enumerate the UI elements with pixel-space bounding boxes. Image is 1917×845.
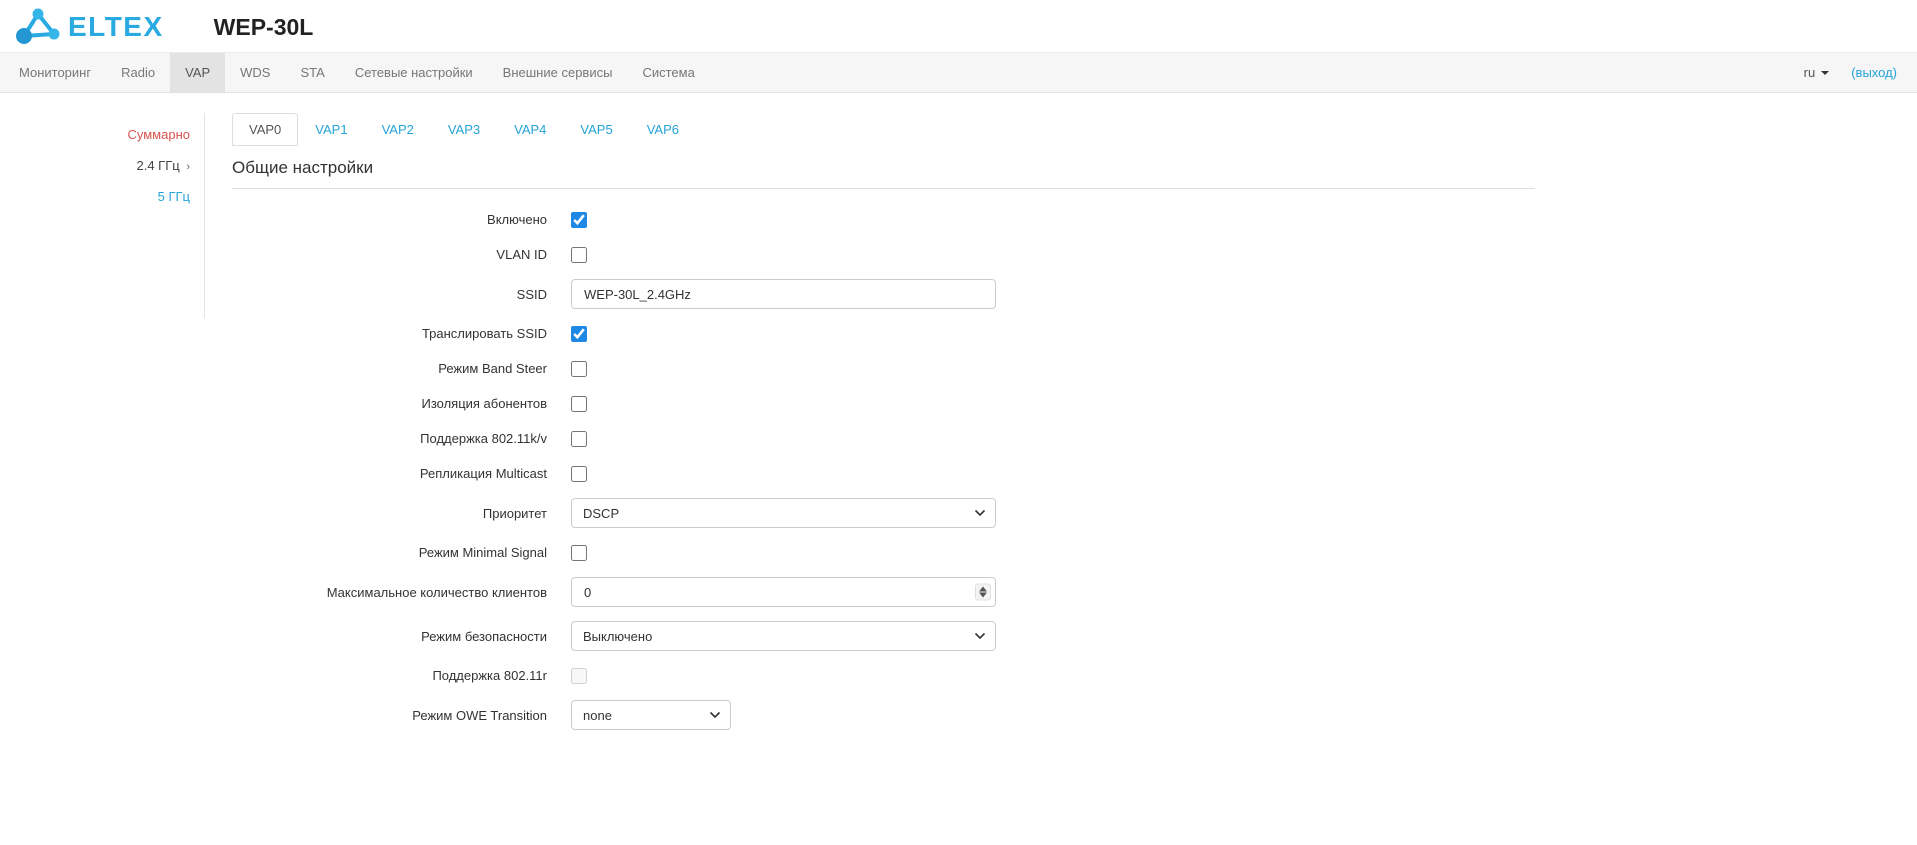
field-label: Режим безопасности — [232, 629, 571, 644]
field-label: Режим Band Steer — [232, 361, 571, 376]
minimal-signal-checkbox[interactable] — [571, 545, 587, 561]
field-control — [571, 247, 587, 263]
nav-item-vap[interactable]: VAP — [170, 53, 225, 92]
field-label: Транслировать SSID — [232, 326, 571, 341]
top-nav: Мониторинг Radio VAP WDS STA Сетевые нас… — [0, 52, 1917, 93]
form-row-max-clients: Максимальное количество клиентов — [232, 577, 1535, 607]
form-row-band-steer: Режим Band Steer — [232, 358, 1535, 379]
sidebar-item-label: 2.4 ГГц — [136, 158, 179, 173]
field-control — [571, 212, 587, 228]
sidebar-item-label: Суммарно — [128, 127, 191, 142]
form-row-ssid: SSID — [232, 279, 1535, 309]
field-control — [571, 279, 996, 309]
nav-item-wds[interactable]: WDS — [225, 53, 285, 92]
page-title: WEP-30L — [214, 14, 314, 41]
broadcast-ssid-checkbox[interactable] — [571, 326, 587, 342]
multicast-replication-checkbox[interactable] — [571, 466, 587, 482]
header: ELTEX WEP-30L — [0, 0, 1917, 52]
nav-item-radio[interactable]: Radio — [106, 53, 170, 92]
nav-item-monitoring[interactable]: Мониторинг — [4, 53, 106, 92]
field-label: Режим Minimal Signal — [232, 545, 571, 560]
sidebar-item-label: 5 ГГц — [158, 189, 190, 204]
sidebar-inner: Суммарно 2.4 ГГц › 5 ГГц — [0, 113, 205, 318]
support-80211r-checkbox — [571, 668, 587, 684]
field-control — [571, 577, 996, 607]
vap-tabs: VAP0 VAP1 VAP2 VAP3 VAP4 VAP5 VAP6 — [232, 113, 1535, 146]
field-label: VLAN ID — [232, 247, 571, 262]
field-control — [571, 396, 587, 412]
form-row-vlan-id: VLAN ID — [232, 244, 1535, 265]
chevron-down-icon — [1821, 71, 1829, 75]
main-panel: VAP0 VAP1 VAP2 VAP3 VAP4 VAP5 VAP6 Общие… — [205, 113, 1535, 744]
tab-vap2[interactable]: VAP2 — [365, 113, 431, 146]
form-row-broadcast-ssid: Транслировать SSID — [232, 323, 1535, 344]
stepper-icon[interactable] — [975, 584, 991, 601]
enabled-checkbox[interactable] — [571, 212, 587, 228]
field-control — [571, 668, 587, 684]
field-control: DSCP — [571, 498, 996, 528]
band-steer-checkbox[interactable] — [571, 361, 587, 377]
security-mode-select[interactable]: Выключено — [571, 621, 996, 651]
field-control — [571, 361, 587, 377]
support-80211kv-checkbox[interactable] — [571, 431, 587, 447]
max-clients-input[interactable] — [571, 577, 996, 607]
nav-item-network-settings[interactable]: Сетевые настройки — [340, 53, 488, 92]
form-row-security-mode: Режим безопасности Выключено — [232, 621, 1535, 651]
form-row-client-isolation: Изоляция абонентов — [232, 393, 1535, 414]
eltex-logo-icon — [12, 6, 64, 49]
form-row-owe-transition: Режим OWE Transition none — [232, 700, 1535, 730]
tab-vap1[interactable]: VAP1 — [298, 113, 364, 146]
client-isolation-checkbox[interactable] — [571, 396, 587, 412]
field-control: Выключено — [571, 621, 996, 651]
sidebar-item-2-4ghz[interactable]: 2.4 ГГц › — [0, 158, 190, 173]
tab-vap6[interactable]: VAP6 — [630, 113, 696, 146]
sidebar-item-5ghz[interactable]: 5 ГГц — [0, 189, 190, 204]
field-control — [571, 466, 587, 482]
form-row-enabled: Включено — [232, 209, 1535, 230]
priority-select[interactable]: DSCP — [571, 498, 996, 528]
chevron-right-icon: › — [186, 161, 190, 173]
field-control — [571, 545, 587, 561]
owe-transition-select[interactable]: none — [571, 700, 731, 730]
field-label: Изоляция абонентов — [232, 396, 571, 411]
form-row-80211kv: Поддержка 802.11k/v — [232, 428, 1535, 449]
field-control: none — [571, 700, 731, 730]
field-label: Включено — [232, 212, 571, 227]
form-row-priority: Приоритет DSCP — [232, 498, 1535, 528]
field-control — [571, 326, 587, 342]
field-label: Поддержка 802.11k/v — [232, 431, 571, 446]
ssid-input[interactable] — [571, 279, 996, 309]
sidebar-item-summary[interactable]: Суммарно — [0, 127, 190, 142]
field-label: Репликация Multicast — [232, 466, 571, 481]
logout-link[interactable]: (выход) — [1851, 65, 1897, 80]
tab-vap4[interactable]: VAP4 — [497, 113, 563, 146]
form-row-minimal-signal: Режим Minimal Signal — [232, 542, 1535, 563]
field-label: SSID — [232, 287, 571, 302]
form-row-80211r: Поддержка 802.11r — [232, 665, 1535, 686]
field-control — [571, 431, 587, 447]
sidebar: Суммарно 2.4 ГГц › 5 ГГц — [0, 113, 205, 744]
nav-right: ru (выход) — [1804, 53, 1913, 92]
nav-item-system[interactable]: Система — [627, 53, 709, 92]
content: Суммарно 2.4 ГГц › 5 ГГц VAP0 VAP1 VAP2 … — [0, 93, 1917, 744]
nav-item-external-services[interactable]: Внешние сервисы — [488, 53, 628, 92]
tab-vap5[interactable]: VAP5 — [563, 113, 629, 146]
field-label: Приоритет — [232, 506, 571, 521]
language-label: ru — [1804, 65, 1816, 80]
nav-item-sta[interactable]: STA — [285, 53, 339, 92]
tab-vap3[interactable]: VAP3 — [431, 113, 497, 146]
field-label: Режим OWE Transition — [232, 708, 571, 723]
language-select[interactable]: ru — [1804, 65, 1830, 80]
vlan-id-checkbox[interactable] — [571, 247, 587, 263]
form-row-multicast-replication: Репликация Multicast — [232, 463, 1535, 484]
section-title: Общие настройки — [232, 158, 1535, 189]
field-label: Поддержка 802.11r — [232, 668, 571, 683]
tab-vap0[interactable]: VAP0 — [232, 113, 298, 146]
brand-wordmark: ELTEX — [68, 13, 164, 41]
field-label: Максимальное количество клиентов — [232, 585, 571, 600]
eltex-logo: ELTEX — [12, 6, 164, 49]
